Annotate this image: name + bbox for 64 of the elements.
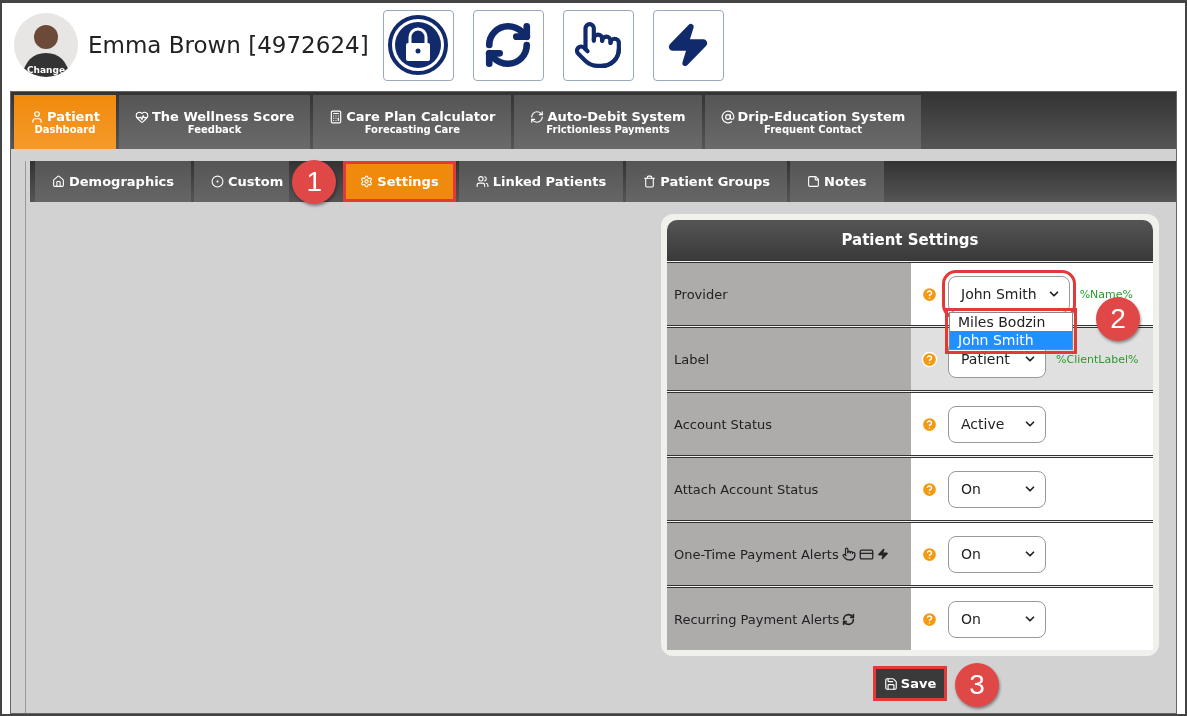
nav-tab-label: Auto-Debit System — [530, 109, 686, 124]
step-badge: 1 — [292, 159, 337, 204]
label-text: Label — [674, 351, 710, 367]
help-icon[interactable] — [921, 415, 938, 433]
select-field[interactable]: Active — [948, 405, 1046, 443]
hand-pointer-icon — [573, 20, 624, 70]
label-text: Provider — [674, 286, 728, 302]
help-icon[interactable] — [921, 610, 938, 628]
label-text: Recurring Payment Alerts — [674, 611, 840, 627]
nav-tab[interactable]: The Wellness Score Feedback — [118, 95, 311, 149]
help-icon[interactable] — [921, 480, 938, 498]
heart-pulse-icon — [134, 109, 149, 124]
users-icon — [475, 175, 489, 188]
lock-button[interactable] — [382, 9, 454, 81]
tab[interactable]: Notes — [790, 161, 884, 202]
bolt-button[interactable] — [652, 9, 724, 81]
placeholder-tag: %ClientLabel% — [1056, 352, 1139, 366]
step-badge: 2 — [1096, 297, 1140, 341]
patient-name: Emma Brown [4972624] — [88, 32, 369, 58]
hand-pointer-icon — [841, 547, 856, 561]
nav-tab-sublabel: Forecasting Care — [364, 124, 461, 135]
nav-tab[interactable]: Care Plan Calculator Forecasting Care — [313, 95, 512, 149]
tab[interactable]: Linked Patients — [458, 161, 624, 202]
nav-tab-label: Patient — [30, 109, 100, 124]
nav-tab[interactable]: Auto-Debit System Frictionless Payments — [514, 95, 702, 149]
label-text: Attach Account Status — [674, 481, 819, 497]
hand-pointer-button[interactable] — [562, 9, 634, 81]
sync-icon — [530, 109, 545, 124]
avatar[interactable]: Change — [14, 13, 78, 77]
note-icon — [807, 175, 820, 188]
user-icon — [30, 109, 44, 124]
nav-tab-sublabel: Frictionless Payments — [546, 124, 670, 135]
nav-tab-sublabel: Frequent Contact — [764, 124, 862, 135]
nav-tab-label: Care Plan Calculator — [329, 109, 496, 124]
target-icon — [211, 175, 225, 188]
step-badge: 3 — [955, 663, 999, 707]
select-field[interactable]: On — [948, 600, 1046, 638]
tab[interactable]: Patient Groups — [626, 161, 787, 202]
sync-icon — [842, 612, 856, 626]
tab[interactable]: Custom — [194, 161, 290, 202]
label-text: Account Status — [674, 416, 773, 432]
settings-icon — [360, 175, 374, 188]
help-icon[interactable] — [921, 350, 938, 368]
credit-card-icon — [858, 546, 874, 562]
sync-button[interactable] — [472, 9, 544, 81]
tab[interactable]: Demographics — [35, 161, 192, 202]
select-field[interactable]: On — [948, 535, 1046, 573]
calculator-icon — [329, 109, 344, 124]
label-text: One-Time Payment Alerts — [674, 546, 839, 562]
bolt-icon — [876, 548, 889, 560]
change-label[interactable]: Change — [14, 65, 78, 75]
lock-icon — [387, 14, 450, 76]
home-icon — [52, 175, 65, 188]
nav-tab-label: The Wellness Score — [134, 109, 295, 124]
save-button[interactable]: Save — [875, 669, 945, 698]
nav-tab[interactable]: Drip-Education System Frequent Contact — [704, 95, 922, 149]
nav-tab-sublabel: Dashboard — [34, 124, 96, 135]
help-icon[interactable] — [921, 545, 938, 563]
nav-tab-label: Drip-Education System — [720, 109, 906, 124]
nav-tab-sublabel: Feedback — [187, 124, 242, 135]
at-sign-icon — [720, 109, 735, 124]
card-title: Patient Settings — [667, 220, 1153, 260]
select-field[interactable]: On — [948, 470, 1046, 508]
help-icon[interactable] — [921, 285, 938, 303]
